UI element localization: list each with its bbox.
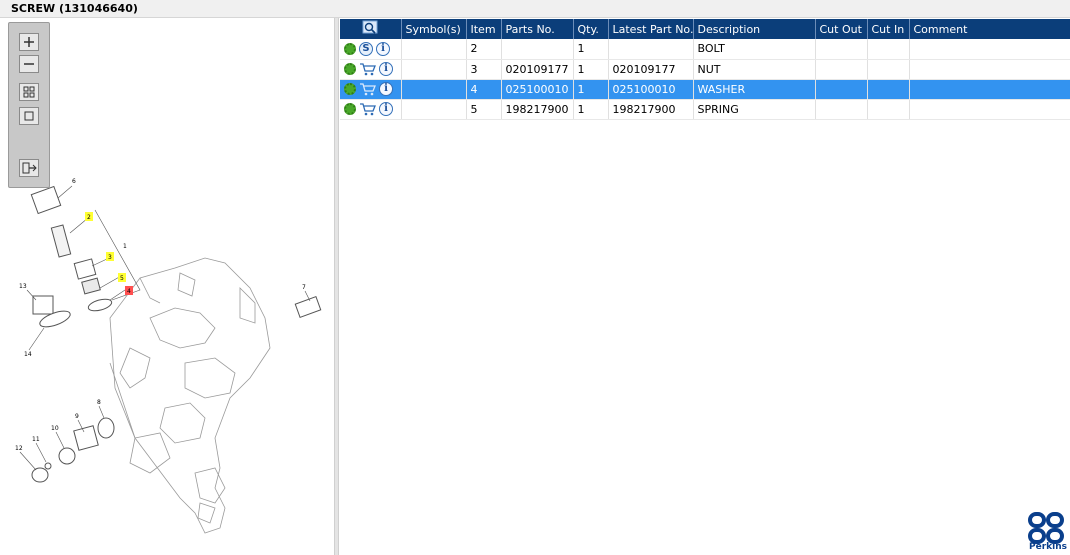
callout-13[interactable]: 13 [19,283,27,290]
cell-cut-in [867,39,910,60]
cell-symbols [401,79,467,100]
cell-qty: 1 [573,59,609,80]
info-icon[interactable]: i [376,41,390,56]
callout-3[interactable]: 3 [108,254,112,261]
title-bar: SCREW (131046640) [0,0,1070,18]
zoom-out-icon[interactable] [19,55,39,73]
cell-qty: 1 [573,39,609,60]
cart-icon[interactable] [359,62,376,76]
cell-part-no: 198217900 [501,99,574,120]
callout-8[interactable]: 8 [97,399,101,406]
cell-cut-out [815,39,868,60]
parts-table: Symbol(s) Item Parts No. Qty. Latest Par… [340,19,1070,120]
cart-icon[interactable] [359,102,376,116]
cell-description: SPRING [693,99,816,120]
table-row[interactable]: i 3 020109177 1 020109177 NUT [340,59,1070,80]
gear-icon[interactable] [344,103,356,115]
cell-latest-part-no: 198217900 [608,99,694,120]
cell-latest-part-no: 025100010 [608,79,694,100]
callout-10[interactable]: 10 [51,425,59,432]
column-header-item[interactable]: Item [466,19,502,39]
table-header: Symbol(s) Item Parts No. Qty. Latest Par… [340,19,1070,39]
info-icon[interactable]: i [379,82,393,96]
cell-cut-in [867,59,910,80]
cell-part-no [501,39,574,60]
gear-icon[interactable] [344,83,356,95]
cell-comment [909,79,1070,100]
column-header-latest-part-no[interactable]: Latest Part No. [608,19,694,39]
cart-icon[interactable] [359,82,376,96]
cell-symbols [401,99,467,120]
exploded-diagram[interactable]: 6 2 1 3 5 4 13 14 7 8 9 10 11 12 [0,18,334,555]
cell-description: NUT [693,59,816,80]
column-header-cut-in[interactable]: Cut In [867,19,910,39]
zoom-toolbox [8,22,50,188]
column-header-comment[interactable]: Comment [909,19,1070,39]
info-icon[interactable]: i [379,62,393,76]
table-row-selected[interactable]: i 4 025100010 1 025100010 WASHER [340,79,1070,100]
column-header-parts-no[interactable]: Parts No. [501,19,574,39]
cell-item: 5 [466,99,502,120]
symbol-s-icon[interactable]: S [359,41,373,56]
zoom-in-icon[interactable] [19,33,39,51]
fit-all-icon[interactable] [19,83,39,101]
column-header-qty[interactable]: Qty. [573,19,609,39]
cell-item: 3 [466,59,502,80]
cell-cut-out [815,79,868,100]
column-header-symbols[interactable]: Symbol(s) [401,19,467,39]
gear-icon[interactable] [344,42,356,55]
callout-1[interactable]: 1 [123,243,127,250]
table-row[interactable]: i 5 198217900 1 198217900 SPRING [340,99,1070,120]
callout-6[interactable]: 6 [72,178,76,185]
cell-part-no: 025100010 [501,79,574,100]
cell-qty: 1 [573,99,609,120]
callout-2[interactable]: 2 [87,214,91,221]
cell-cut-out [815,59,868,80]
gear-icon[interactable] [344,63,356,75]
search-list-icon[interactable] [362,20,378,35]
callout-12[interactable]: 12 [15,445,23,452]
parts-list-pane: Symbol(s) Item Parts No. Qty. Latest Par… [339,18,1070,555]
cell-item: 4 [466,79,502,100]
window-title: SCREW (131046640) [11,2,138,15]
callout-11[interactable]: 11 [32,436,40,443]
column-header-cut-out[interactable]: Cut Out [815,19,868,39]
table-row[interactable]: Si 2 1 BOLT [340,39,1070,60]
cell-comment [909,59,1070,80]
cell-symbols [401,59,467,80]
info-icon[interactable]: i [379,102,393,116]
cell-qty: 1 [573,79,609,100]
column-header-description[interactable]: Description [693,19,816,39]
cell-description: BOLT [693,39,816,60]
cell-latest-part-no: 020109177 [608,59,694,80]
cell-part-no: 020109177 [501,59,574,80]
actual-size-icon[interactable] [19,107,39,125]
callout-9[interactable]: 9 [75,413,79,420]
callout-5[interactable]: 5 [120,275,124,282]
column-header-search[interactable] [340,19,402,39]
callout-14[interactable]: 14 [24,351,32,358]
diagram-pane[interactable]: 6 2 1 3 5 4 13 14 7 8 9 10 11 12 [0,18,334,555]
cell-description: WASHER [693,79,816,100]
cell-symbols [401,39,467,60]
callout-7[interactable]: 7 [302,284,306,291]
brand-name: Perkins [1029,542,1067,552]
cell-cut-in [867,99,910,120]
cell-cut-in [867,79,910,100]
cell-comment [909,99,1070,120]
callout-4[interactable]: 4 [127,288,131,295]
export-icon[interactable] [19,159,39,177]
cell-comment [909,39,1070,60]
cell-latest-part-no [608,39,694,60]
cell-item: 2 [466,39,502,60]
cell-cut-out [815,99,868,120]
